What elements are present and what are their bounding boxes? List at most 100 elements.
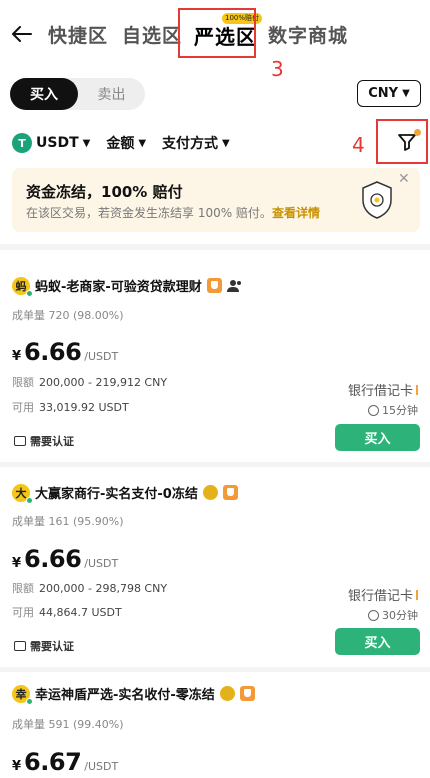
avatar-letter: 蚂 (15, 279, 27, 293)
currency-value: CNY (368, 86, 399, 101)
tether-icon: T (12, 133, 32, 153)
online-dot (26, 697, 33, 705)
caret-down-icon: ▼ (402, 88, 410, 99)
available-value: 44,864.7 USDT (39, 606, 122, 619)
merchant-row[interactable]: 幸 幸运神盾严选-实名收付-零冻结 (12, 684, 255, 705)
sell-toggle[interactable]: 卖出 (78, 78, 145, 110)
verified-shield-icon (239, 686, 255, 701)
payment-color-bar (416, 384, 418, 395)
buy-button[interactable]: 买入 (335, 424, 420, 451)
caret-down-icon: ▼ (222, 137, 230, 149)
listing-card: 蚂 蚂蚁-老商家-可验资贷款理财 成单量 720 (98.00%) ¥ 6.66… (0, 250, 430, 462)
verification-required: 需要认证 (14, 638, 74, 654)
price: ¥ 6.67 /USDT (12, 748, 118, 776)
price-unit: /USDT (84, 760, 119, 773)
filter-bar: T USDT ▼ 金额 ▼ 支付方式 ▼ (12, 131, 246, 155)
listing-card: 大 大赢家商行-实名支付-0冻结 成单量 161 (95.90%) ¥ 6.66… (0, 467, 430, 667)
payment-method: 银行借记卡 (348, 585, 418, 604)
available-label: 可用 (12, 401, 34, 414)
currency-symbol: ¥ (12, 349, 22, 364)
verify-text: 需要认证 (30, 640, 74, 653)
verified-shield-icon (206, 278, 222, 293)
caret-down-icon: ▼ (138, 137, 147, 149)
buy-button[interactable]: 买入 (335, 628, 420, 655)
available-row: 可用 44,864.7 USDT (12, 604, 122, 620)
payment-time: 30分钟 (368, 607, 418, 623)
coin-filter[interactable]: T USDT ▼ (12, 133, 90, 153)
gold-medal-icon (219, 686, 235, 701)
tab-quick[interactable]: 快捷区 (48, 21, 108, 48)
annotation-box-4 (376, 119, 428, 164)
available-value: 33,019.92 USDT (39, 401, 129, 414)
gold-medal-icon (202, 485, 218, 500)
payment-color-bar (416, 589, 418, 600)
limit-value: 200,000 - 219,912 CNY (39, 376, 168, 389)
verify-text: 需要认证 (30, 435, 74, 448)
buy-toggle[interactable]: 买入 (10, 78, 78, 110)
banner-desc-text: 在该区交易，若资金发生冻结享 100% 赔付。 (26, 206, 272, 220)
trade-stats: 成单量 591 (99.40%) (12, 718, 124, 731)
back-button[interactable] (8, 20, 36, 48)
avatar: 幸 (12, 684, 33, 705)
id-card-icon (14, 436, 26, 446)
merchant-row[interactable]: 大 大赢家商行-实名支付-0冻结 (12, 483, 238, 504)
online-dot (26, 289, 33, 297)
freeze-guarantee-banner: 资金冻结，100% 赔付 在该区交易，若资金发生冻结享 100% 赔付。查看详情… (12, 168, 420, 232)
amount-filter-label: 金额 (106, 136, 135, 152)
trade-stats: 成单量 161 (95.90%) (12, 515, 124, 528)
trade-toggle: 买入 卖出 (10, 78, 145, 110)
currency-select[interactable]: CNY ▼ (357, 80, 421, 107)
avatar-letter: 幸 (15, 687, 27, 701)
avatar-letter: 大 (15, 486, 27, 500)
coin-filter-label: USDT (36, 135, 79, 151)
price-value: 6.66 (24, 545, 82, 573)
banner-description: 在该区交易，若资金发生冻结享 100% 赔付。查看详情 (26, 204, 320, 221)
verification-required: 需要认证 (14, 433, 74, 449)
price: ¥ 6.66 /USDT (12, 545, 118, 573)
clock-icon (368, 609, 379, 621)
annotation-label-4: 4 (352, 133, 365, 157)
close-icon[interactable]: ✕ (398, 171, 410, 187)
annotation-box-3 (178, 8, 256, 58)
merchant-name: 大赢家商行-实名支付-0冻结 (35, 487, 198, 502)
merchant-name: 幸运神盾严选-实名收付-零冻结 (35, 688, 215, 703)
price-unit: /USDT (84, 557, 119, 570)
online-dot (26, 496, 33, 504)
price: ¥ 6.66 /USDT (12, 338, 118, 366)
merchant-row[interactable]: 蚂 蚂蚁-老商家-可验资贷款理财 (12, 276, 243, 297)
currency-symbol: ¥ (12, 556, 22, 571)
verified-shield-icon (222, 485, 238, 500)
caret-down-icon: ▼ (82, 137, 91, 149)
payment-time: 15分钟 (368, 402, 418, 418)
available-row: 可用 33,019.92 USDT (12, 399, 129, 415)
arrow-left-icon (12, 26, 32, 42)
payment-method: 银行借记卡 (348, 380, 418, 399)
payment-label: 银行借记卡 (347, 589, 413, 604)
trade-stats: 成单量 720 (98.00%) (12, 309, 124, 322)
users-icon (226, 279, 241, 292)
currency-symbol: ¥ (12, 759, 22, 774)
tab-self-select[interactable]: 自选区 (122, 21, 182, 48)
annotation-label-3: 3 (271, 57, 284, 81)
time-label: 30分钟 (382, 609, 418, 622)
clock-icon (368, 404, 379, 416)
avatar: 大 (12, 483, 33, 504)
limit-row: 限额 200,000 - 219,912 CNY (12, 374, 167, 390)
payment-filter[interactable]: 支付方式 ▼ (162, 133, 230, 153)
available-label: 可用 (12, 606, 34, 619)
payment-filter-label: 支付方式 (162, 136, 219, 152)
shield-icon (362, 181, 392, 219)
payment-label: 银行借记卡 (347, 384, 413, 399)
amount-filter[interactable]: 金额 ▼ (106, 133, 146, 153)
banner-details-link[interactable]: 查看详情 (272, 206, 320, 220)
limit-row: 限额 200,000 - 298,798 CNY (12, 580, 167, 596)
listing-card: 幸 幸运神盾严选-实名收付-零冻结 成单量 591 (99.40%) ¥ 6.6… (0, 672, 430, 778)
id-card-icon (14, 641, 26, 651)
banner-title: 资金冻结，100% 赔付 (26, 183, 183, 201)
limit-value: 200,000 - 298,798 CNY (39, 582, 168, 595)
avatar: 蚂 (12, 276, 33, 297)
merchant-name: 蚂蚁-老商家-可验资贷款理财 (35, 280, 202, 295)
price-unit: /USDT (84, 350, 119, 363)
tab-digital-mall[interactable]: 数字商城 (268, 21, 348, 48)
time-label: 15分钟 (382, 404, 418, 417)
